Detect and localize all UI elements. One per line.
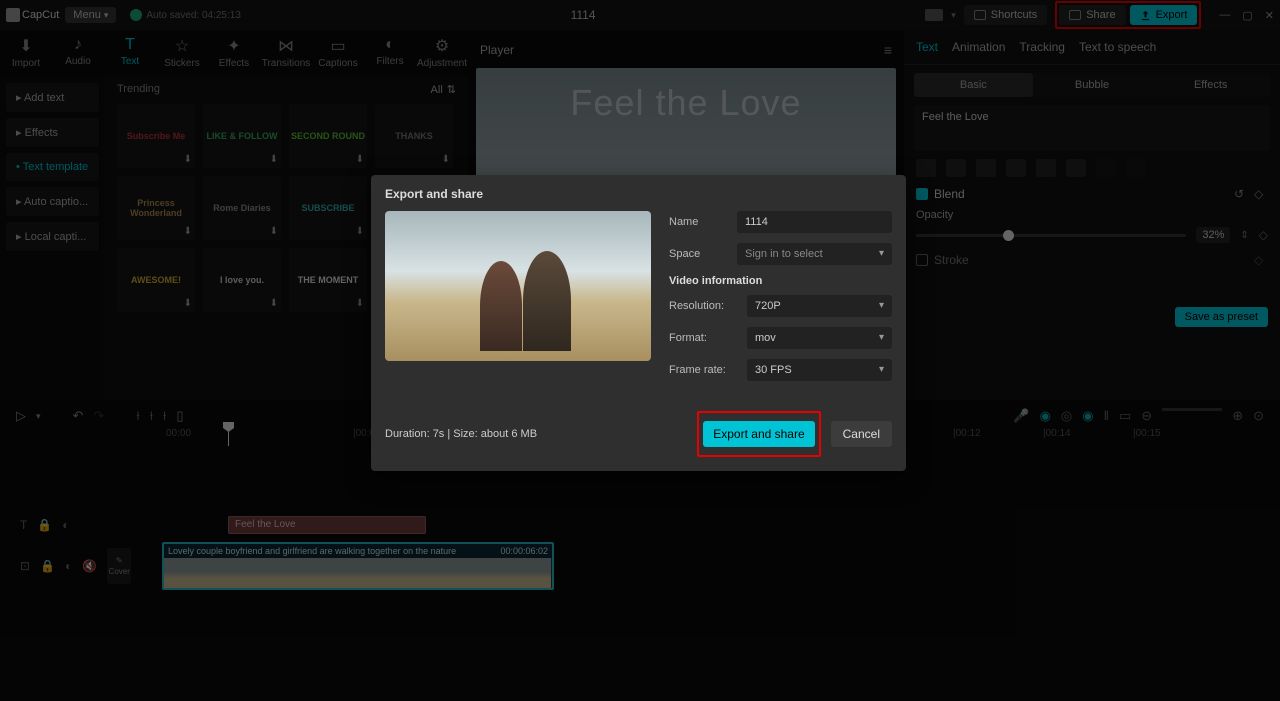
export-and-share-button[interactable]: Export and share (703, 421, 814, 447)
space-label: Space (669, 248, 729, 260)
resolution-label: Resolution: (669, 300, 739, 312)
video-info-heading: Video information (669, 275, 892, 287)
name-label: Name (669, 216, 729, 228)
duration-label: Duration: 7s | Size: about 6 MB (385, 428, 537, 440)
cancel-button[interactable]: Cancel (831, 421, 892, 447)
export-modal: Export and share Name 1114 Space Sign in… (371, 175, 906, 471)
export-preview-thumbnail (385, 211, 651, 361)
format-label: Format: (669, 332, 739, 344)
export-button-highlight: Export and share (697, 411, 820, 457)
name-input[interactable]: 1114 (737, 211, 892, 233)
format-select[interactable]: mov (747, 327, 892, 349)
framerate-label: Frame rate: (669, 364, 739, 376)
modal-title: Export and share (385, 187, 892, 201)
space-select[interactable]: Sign in to select (737, 243, 892, 265)
resolution-select[interactable]: 720P (747, 295, 892, 317)
framerate-select[interactable]: 30 FPS (747, 359, 892, 381)
